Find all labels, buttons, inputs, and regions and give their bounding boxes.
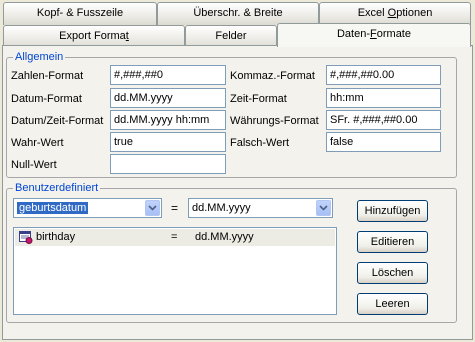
field-select-value: geburtsdatum [17,202,89,214]
export-dialog: Kopf- & Fusszeile Überschr. & Breite Exc… [0,0,475,342]
wahr-wert-field[interactable]: true [110,132,226,152]
falsch-wert-field[interactable]: false [326,132,441,152]
tab-label-mnemonic: t [125,30,129,42]
list-item-field: birthday [36,231,76,243]
tab-label-post: ormate [376,28,411,40]
tab-label-post: ptionen [396,7,433,19]
format-select[interactable]: dd.MM.yyyy [188,198,333,218]
tab-label: Überschr. & Breite [193,7,283,19]
list-item-format: dd.MM.yyyy [195,231,254,243]
tab-label-pre: Excel [357,7,388,19]
tab-label-mnemonic: O [387,7,397,19]
tab-label: Kopf- & Fusszeile [36,7,124,19]
format-list[interactable]: birthday = dd.MM.yyyy [13,227,337,315]
waehrungs-format-field[interactable]: SFr. #,###,##0.00 [326,110,441,130]
list-item-equals: = [171,231,178,243]
chevron-down-icon[interactable] [316,200,331,216]
add-button[interactable]: Hinzufügen [357,200,428,222]
benutzerdefiniert-legend: Benutzerdefiniert [13,181,101,195]
field-select[interactable]: geburtsdatum [13,198,162,218]
tab-excel-optionen[interactable]: Excel Optionen [319,2,471,25]
datum-format-field[interactable]: dd.MM.yyyy [110,88,226,108]
edit-button[interactable]: Editieren [357,231,428,253]
tab-label-pre: Export Forma [59,30,126,42]
tab-kopf-fusszeile[interactable]: Kopf- & Fusszeile [3,2,157,25]
kommaz-format-field[interactable]: #,###,##0.00 [326,65,441,85]
allgemein-legend: Allgemein [13,50,66,64]
tab-label-mnemonic: F [370,28,377,40]
tab-daten-formate[interactable]: Daten-Formate [277,23,471,47]
null-wert-field[interactable] [110,154,226,174]
zahlen-format-field[interactable]: #,###,##0 [110,65,226,85]
clear-button[interactable]: Leeren [357,293,428,315]
zeit-format-field[interactable]: hh:mm [326,88,441,108]
tab-label-pre: Daten- [336,28,371,40]
delete-button[interactable]: Löschen [357,262,428,284]
chevron-down-icon[interactable] [145,200,160,216]
datum-zeit-format-field[interactable]: dd.MM.yyyy hh:mm [110,110,226,130]
field-format-icon [19,231,33,244]
list-item[interactable]: birthday = dd.MM.yyyy [15,229,335,246]
tab-ueberschr-breite[interactable]: Überschr. & Breite [157,2,319,25]
format-select-value: dd.MM.yyyy [192,202,251,214]
tab-label: Felder [215,30,247,42]
